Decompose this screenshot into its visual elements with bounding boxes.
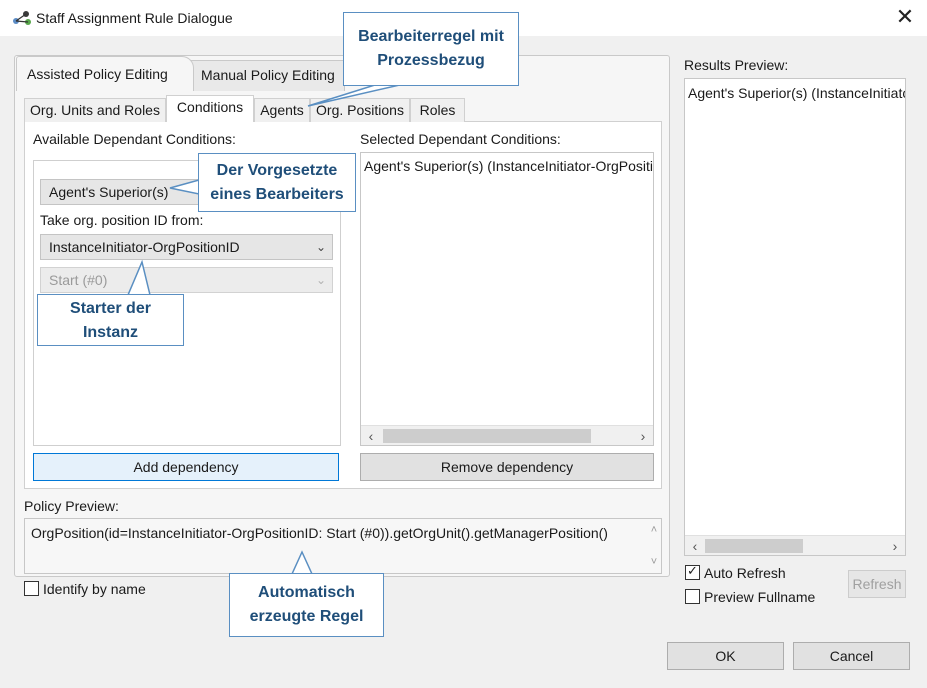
workflow-icon	[13, 11, 31, 25]
preview-fullname-label: Preview Fullname	[704, 589, 816, 605]
tab-label: Assisted Policy Editing	[27, 66, 168, 82]
callout-rule-with-process: Bearbeiterregel mit Prozessbezug	[343, 12, 519, 86]
callout-line: Starter der	[70, 300, 151, 317]
tab-label: Manual Policy Editing	[201, 67, 335, 83]
list-item[interactable]: Agent's Superior(s) (InstanceInitiator-O…	[688, 85, 905, 101]
results-preview-list[interactable]: Agent's Superior(s) (InstanceInitiator-O…	[684, 78, 906, 556]
position-id-source-select[interactable]: InstanceInitiator-OrgPositionID ⌄	[40, 234, 333, 260]
tab-roles[interactable]: Roles	[410, 98, 465, 122]
vertical-scrollbar[interactable]: ˄ ˅	[645, 519, 663, 573]
chevron-down-icon[interactable]: ˅	[645, 553, 663, 571]
selected-conditions-list[interactable]: Agent's Superior(s) (InstanceInitiator-O…	[360, 152, 654, 446]
add-dependency-button[interactable]: Add dependency	[33, 453, 339, 481]
start-node-select: Start (#0) ⌄	[40, 267, 333, 293]
results-preview-label: Results Preview:	[684, 57, 789, 73]
ok-button[interactable]: OK	[667, 642, 784, 670]
cancel-button[interactable]: Cancel	[793, 642, 910, 670]
list-item[interactable]: Agent's Superior(s) (InstanceInitiator-O…	[364, 158, 653, 174]
condition-type-value: Agent's Superior(s)	[49, 184, 169, 200]
tab-conditions[interactable]: Conditions	[166, 95, 254, 122]
scrollbar-thumb[interactable]	[383, 429, 591, 443]
condition-type-select[interactable]: Agent's Superior(s)	[40, 179, 200, 205]
start-node-value: Start (#0)	[49, 272, 108, 288]
identify-by-name-checkbox[interactable]	[24, 581, 39, 596]
tab-manual-policy-editing[interactable]: Manual Policy Editing	[190, 60, 345, 91]
callout-instance-starter: Starter der Instanz	[37, 294, 184, 346]
preview-fullname-checkbox[interactable]	[685, 589, 700, 604]
callout-line: eines Bearbeiters	[210, 186, 344, 203]
window-title: Staff Assignment Rule Dialogue	[36, 10, 233, 26]
chevron-right-icon[interactable]: ›	[887, 536, 903, 555]
scrollbar-thumb[interactable]	[705, 539, 803, 553]
position-id-source-value: InstanceInitiator-OrgPositionID	[49, 239, 240, 255]
refresh-button[interactable]: Refresh	[848, 570, 906, 598]
callout-line: Instanz	[82, 324, 139, 341]
callout-line: Der Vorgesetzte	[216, 162, 338, 179]
chevron-up-icon[interactable]: ˄	[645, 521, 663, 539]
close-icon[interactable]: ✕	[890, 4, 920, 32]
callout-line: Prozessbezug	[377, 52, 485, 69]
policy-preview-text: OrgPosition(id=InstanceInitiator-OrgPosi…	[31, 525, 608, 541]
horizontal-scrollbar[interactable]: ‹ ›	[361, 425, 653, 445]
auto-refresh-checkbox[interactable]: ✓	[685, 565, 700, 580]
tab-org-units-and-roles[interactable]: Org. Units and Roles	[24, 98, 166, 122]
auto-refresh-label: Auto Refresh	[704, 565, 786, 581]
callout-line: Bearbeiterregel mit	[358, 28, 504, 45]
available-conditions-label: Available Dependant Conditions:	[33, 131, 236, 147]
horizontal-scrollbar[interactable]: ‹ ›	[685, 535, 905, 555]
chevron-right-icon[interactable]: ›	[635, 426, 651, 445]
policy-preview-box[interactable]: OrgPosition(id=InstanceInitiator-OrgPosi…	[24, 518, 662, 574]
policy-preview-label: Policy Preview:	[24, 498, 119, 514]
chevron-down-icon: ⌄	[315, 273, 326, 287]
tab-assisted-policy-editing[interactable]: Assisted Policy Editing	[16, 56, 194, 91]
selected-conditions-label: Selected Dependant Conditions:	[360, 131, 561, 147]
tab-org-positions[interactable]: Org. Positions	[310, 98, 410, 122]
chevron-down-icon: ⌄	[315, 240, 326, 254]
chevron-left-icon[interactable]: ‹	[363, 426, 379, 445]
remove-dependency-button[interactable]: Remove dependency	[360, 453, 654, 481]
identify-by-name-label: Identify by name	[43, 581, 146, 597]
callout-superior: Der Vorgesetzte eines Bearbeiters	[198, 153, 356, 212]
callout-line: Automatisch	[258, 584, 355, 601]
take-position-id-label: Take org. position ID from:	[40, 212, 204, 228]
tab-agents[interactable]: Agents	[254, 98, 310, 122]
callout-auto-generated-rule: Automatisch erzeugte Regel	[229, 573, 384, 637]
chevron-left-icon[interactable]: ‹	[687, 536, 703, 555]
callout-line: erzeugte Regel	[249, 608, 364, 625]
